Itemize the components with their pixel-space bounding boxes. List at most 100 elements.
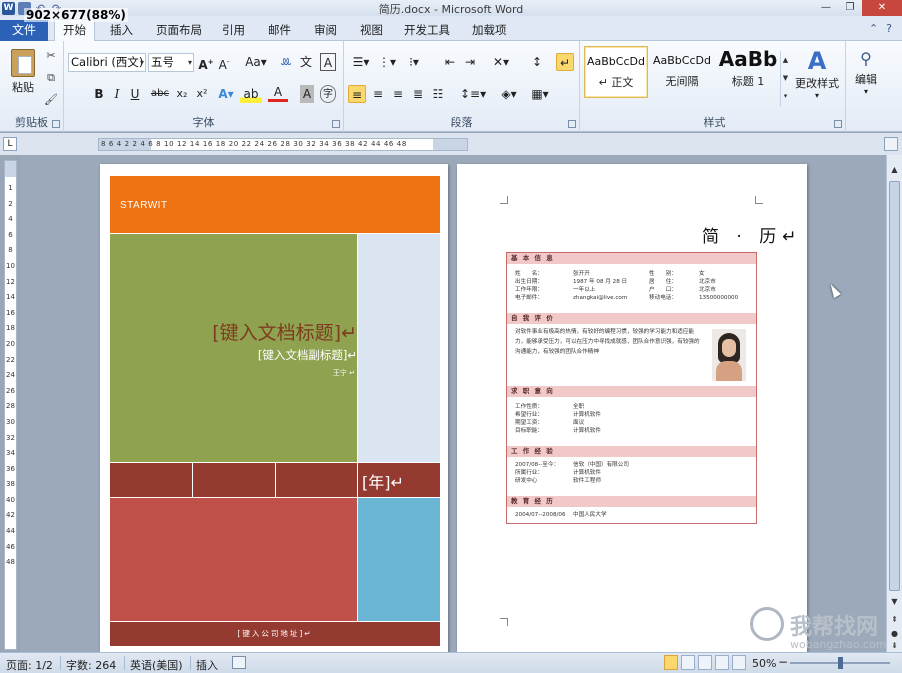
italic-button[interactable]: I — [110, 85, 124, 103]
tab-selector-icon[interactable]: L — [3, 137, 17, 151]
close-button[interactable]: ✕ — [862, 0, 902, 16]
bold-button[interactable]: B — [92, 85, 106, 103]
shading-icon[interactable]: ◈▾ — [496, 85, 522, 103]
highlight-icon[interactable]: ab — [240, 85, 262, 103]
tab-file[interactable]: 文件 — [0, 20, 48, 41]
cut-icon[interactable]: ✂ — [44, 49, 58, 63]
full-screen-reading-view-icon[interactable] — [681, 655, 695, 670]
cover-subtitle[interactable]: [键入文档副标题]↵ — [258, 347, 357, 363]
character-shading-icon[interactable]: A — [300, 85, 314, 103]
underline-button[interactable]: U — [128, 85, 142, 103]
style-normal[interactable]: AaBbCcDd ↵ 正文 — [584, 46, 648, 98]
sort-icon[interactable]: ↕ — [528, 53, 546, 71]
subscript-button[interactable]: x₂ — [174, 85, 190, 103]
word-app-icon[interactable]: W — [2, 1, 15, 15]
copy-icon[interactable]: ⧉ — [44, 71, 58, 85]
help-icon[interactable]: ? — [886, 22, 892, 35]
font-color-icon[interactable]: A — [268, 85, 288, 102]
tab-page-layout[interactable]: 页面布局 — [156, 22, 202, 38]
borders-icon[interactable]: ▦▾ — [528, 85, 552, 103]
distribute-icon[interactable]: ☷ — [430, 85, 446, 103]
tab-insert[interactable]: 插入 — [110, 22, 133, 38]
cover-author[interactable]: 王宁 ↵ — [333, 368, 355, 378]
document-area[interactable]: STARWIT [键入文档标题]↵ [键入文档副标题]↵ 王宁 ↵ [年]↵ [… — [20, 155, 886, 652]
tab-mailings[interactable]: 邮件 — [268, 22, 291, 38]
styles-launcher-icon[interactable] — [834, 120, 842, 128]
decrease-indent-icon[interactable]: ⇤ — [442, 53, 458, 71]
tab-view[interactable]: 视图 — [360, 22, 383, 38]
next-page-icon[interactable]: ⇟ — [888, 639, 901, 652]
tab-developer[interactable]: 开发工具 — [404, 22, 450, 38]
paste-button[interactable]: 粘贴 — [6, 47, 40, 105]
tab-home[interactable]: 开始 — [54, 19, 95, 41]
shrink-font-icon[interactable]: A- — [216, 53, 232, 72]
scroll-down-icon[interactable]: ▼ — [888, 595, 901, 608]
tab-addins[interactable]: 加载项 — [472, 22, 507, 38]
page-cover[interactable]: STARWIT [键入文档标题]↵ [键入文档副标题]↵ 王宁 ↵ [年]↵ [… — [100, 164, 448, 652]
web-layout-view-icon[interactable] — [698, 655, 712, 670]
cover-year[interactable]: [年]↵ — [362, 469, 404, 493]
horizontal-ruler[interactable]: 8 6 4 2 2 4 6 8 10 12 14 16 18 20 22 24 … — [98, 138, 468, 151]
style-no-spacing[interactable]: AaBbCcDd 无间隔 — [650, 46, 714, 98]
maximize-button[interactable]: ❐ — [838, 0, 862, 16]
character-border-icon[interactable]: A — [320, 53, 336, 71]
strikethrough-button[interactable]: abc — [150, 85, 170, 103]
resume-table[interactable]: 基 本 信 息 姓 名： 张开开 性 别： 女 出生日期： 1987 年 08 … — [506, 252, 757, 524]
view-ruler-icon[interactable] — [884, 137, 898, 151]
status-word-count[interactable]: 字数: 264 — [66, 657, 116, 673]
draft-view-icon[interactable] — [732, 655, 746, 670]
zoom-slider-thumb[interactable] — [838, 657, 843, 669]
clear-format-icon[interactable]: ꔛ — [278, 53, 294, 71]
font-launcher-icon[interactable] — [332, 120, 340, 128]
tab-references[interactable]: 引用 — [222, 22, 245, 38]
clipboard-launcher-icon[interactable] — [52, 120, 60, 128]
increase-indent-icon[interactable]: ⇥ — [462, 53, 478, 71]
page-resume[interactable]: 简 · 历↵ 基 本 信 息 姓 名： 张开开 性 别： 女 出生日期： 198… — [457, 164, 807, 652]
cover-red-block — [110, 498, 357, 621]
zoom-out-icon[interactable]: − — [778, 655, 788, 669]
superscript-button[interactable]: x² — [194, 85, 210, 103]
status-page[interactable]: 页面: 1/2 — [6, 657, 53, 673]
justify-icon[interactable]: ≣ — [410, 85, 426, 103]
change-case-icon[interactable]: Aa▾ — [244, 53, 268, 71]
cover-title[interactable]: [键入文档标题]↵ — [212, 318, 357, 345]
align-right-icon[interactable]: ≡ — [390, 85, 406, 103]
status-insert-mode[interactable]: 插入 — [196, 657, 218, 673]
show-marks-icon[interactable]: ↵ — [556, 53, 574, 71]
numbering-icon[interactable]: ⋮▾ — [376, 53, 398, 71]
ribbon-minimize-icon[interactable]: ⌃ — [869, 22, 878, 35]
phonetic-guide-icon[interactable]: 文 — [298, 53, 314, 71]
tab-review[interactable]: 审阅 — [314, 22, 337, 38]
align-left-icon[interactable]: ≡ — [348, 85, 366, 103]
status-language[interactable]: 英语(美国) — [130, 657, 183, 673]
grow-font-icon[interactable]: A+ — [198, 53, 214, 72]
minimize-button[interactable]: — — [814, 0, 838, 16]
scroll-up-icon[interactable]: ▲ — [888, 163, 901, 176]
style-heading-1[interactable]: AaBb 标题 1 — [716, 46, 780, 98]
zoom-level[interactable]: 50% — [752, 657, 776, 670]
style-gallery-scroll[interactable]: ▲ ▼ ▾ — [780, 51, 790, 107]
text-effects-icon[interactable]: A▾ — [216, 85, 236, 103]
vertical-scrollbar[interactable]: ▲ ▼ ⇞ ● ⇟ — [886, 155, 902, 652]
format-painter-icon[interactable]: 🖌 — [44, 93, 58, 107]
scroll-thumb[interactable] — [889, 181, 900, 591]
chinese-layout-icon[interactable]: ✕▾ — [490, 53, 512, 71]
multilevel-list-icon[interactable]: ⁝▾ — [402, 53, 426, 71]
outline-view-icon[interactable] — [715, 655, 729, 670]
resume-heading[interactable]: 简 · 历↵ — [702, 222, 802, 247]
enclose-characters-icon[interactable]: 字 — [320, 85, 336, 103]
bullets-icon[interactable]: ☰▾ — [350, 53, 372, 71]
change-styles-button[interactable]: A 更改样式 ▾ — [792, 47, 842, 100]
vertical-ruler[interactable]: 1 2 4 6 8 10 12 14 16 18 20 22 24 26 28 30 32 34 36 38 40 42 4… — [4, 160, 17, 650]
print-layout-view-icon[interactable] — [664, 655, 678, 670]
editing-button[interactable]: ⚲ 编辑 ▾ — [850, 47, 882, 96]
paragraph-launcher-icon[interactable] — [568, 120, 576, 128]
font-name-select[interactable]: Calibri (西文) ▾ — [68, 53, 146, 72]
line-spacing-icon[interactable]: ↕≡▾ — [460, 85, 486, 103]
cover-address[interactable]: [键入公司地址]↵ — [110, 622, 440, 646]
zoom-slider[interactable] — [790, 657, 890, 669]
font-size-select[interactable]: 五号 ▾ — [148, 53, 194, 72]
prev-page-icon[interactable]: ⇞ — [888, 613, 901, 626]
macro-record-icon[interactable] — [232, 656, 246, 669]
align-center-icon[interactable]: ≡ — [370, 85, 386, 103]
